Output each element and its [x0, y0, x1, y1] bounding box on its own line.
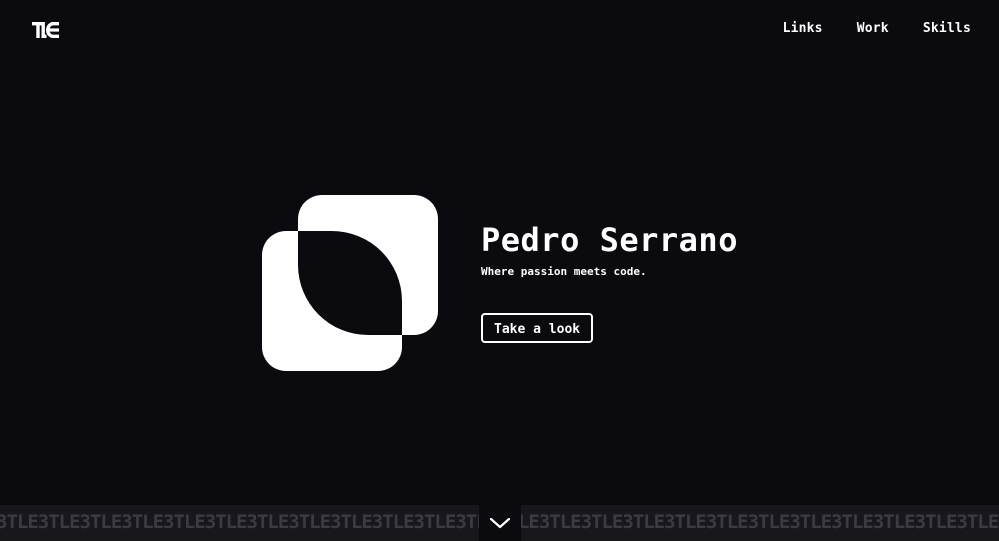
hero-emblem — [262, 195, 438, 371]
logo-icon[interactable] — [32, 22, 60, 38]
hero-tagline: Where passion meets code. — [481, 265, 647, 278]
chevron-down-icon — [489, 517, 511, 529]
page: Links Work Skills Pedro Serrano Where pa… — [0, 0, 999, 541]
nav-link-work[interactable]: Work — [857, 21, 889, 36]
take-a-look-button[interactable]: Take a look — [481, 313, 594, 343]
scroll-down-button[interactable] — [479, 505, 521, 541]
main-nav: Links Work Skills — [783, 21, 971, 36]
hero-title: Pedro Serrano — [481, 221, 738, 259]
nav-link-skills[interactable]: Skills — [923, 21, 971, 36]
nav-link-links[interactable]: Links — [783, 21, 823, 36]
hero-text: Pedro Serrano Where passion meets code. … — [481, 221, 738, 343]
